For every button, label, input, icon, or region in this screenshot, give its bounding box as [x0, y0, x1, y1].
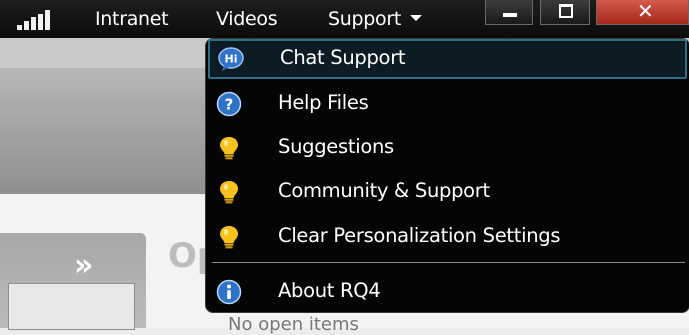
nav-intranet[interactable]: Intranet: [95, 8, 169, 30]
no-open-items-text: No open items: [228, 314, 359, 335]
minimize-button[interactable]: [485, 0, 533, 25]
chat-hi-icon: Hi: [218, 47, 244, 71]
menu-item-community-support[interactable]: Community & Support: [206, 172, 689, 212]
signal-bars-icon: [17, 10, 59, 30]
top-bar: Intranet Videos Support ✕: [0, 0, 689, 38]
nav-support-label: Support: [328, 8, 402, 30]
side-panel: [0, 233, 146, 330]
minimize-icon: [503, 13, 517, 17]
info-icon: [216, 279, 242, 305]
double-chevron-right-icon[interactable]: »: [74, 248, 93, 283]
help-question-icon: ?: [216, 91, 242, 117]
lightbulb-icon: [220, 226, 238, 249]
caret-down-icon: [410, 14, 423, 21]
menu-item-help-files[interactable]: ? Help Files: [206, 84, 689, 124]
svg-text:?: ?: [225, 96, 234, 114]
support-dropdown-menu: Hi Chat Support ? Help Files Suggestions…: [205, 38, 689, 313]
menu-item-label: About RQ4: [278, 279, 381, 302]
menu-item-label: Suggestions: [278, 135, 394, 158]
menu-item-label: Clear Personalization Settings: [278, 224, 561, 247]
maximize-icon: [559, 4, 573, 18]
close-button[interactable]: ✕: [596, 0, 689, 25]
menu-item-suggestions[interactable]: Suggestions: [206, 128, 689, 168]
menu-item-label: Help Files: [278, 91, 369, 114]
side-panel-body: [8, 283, 135, 330]
maximize-button[interactable]: [540, 0, 590, 25]
close-icon: ✕: [637, 0, 654, 23]
menu-divider: [212, 262, 685, 263]
lightbulb-icon: [220, 137, 238, 160]
menu-item-chat-support[interactable]: Hi Chat Support: [208, 39, 687, 79]
menu-item-label: Chat Support: [280, 46, 406, 69]
lightbulb-icon: [220, 181, 238, 204]
menu-item-clear-personalization[interactable]: Clear Personalization Settings: [206, 217, 689, 257]
svg-text:Hi: Hi: [225, 53, 238, 66]
nav-videos[interactable]: Videos: [216, 8, 278, 30]
nav-support[interactable]: Support: [328, 8, 423, 30]
menu-item-label: Community & Support: [278, 179, 490, 202]
menu-item-about[interactable]: About RQ4: [206, 272, 689, 312]
